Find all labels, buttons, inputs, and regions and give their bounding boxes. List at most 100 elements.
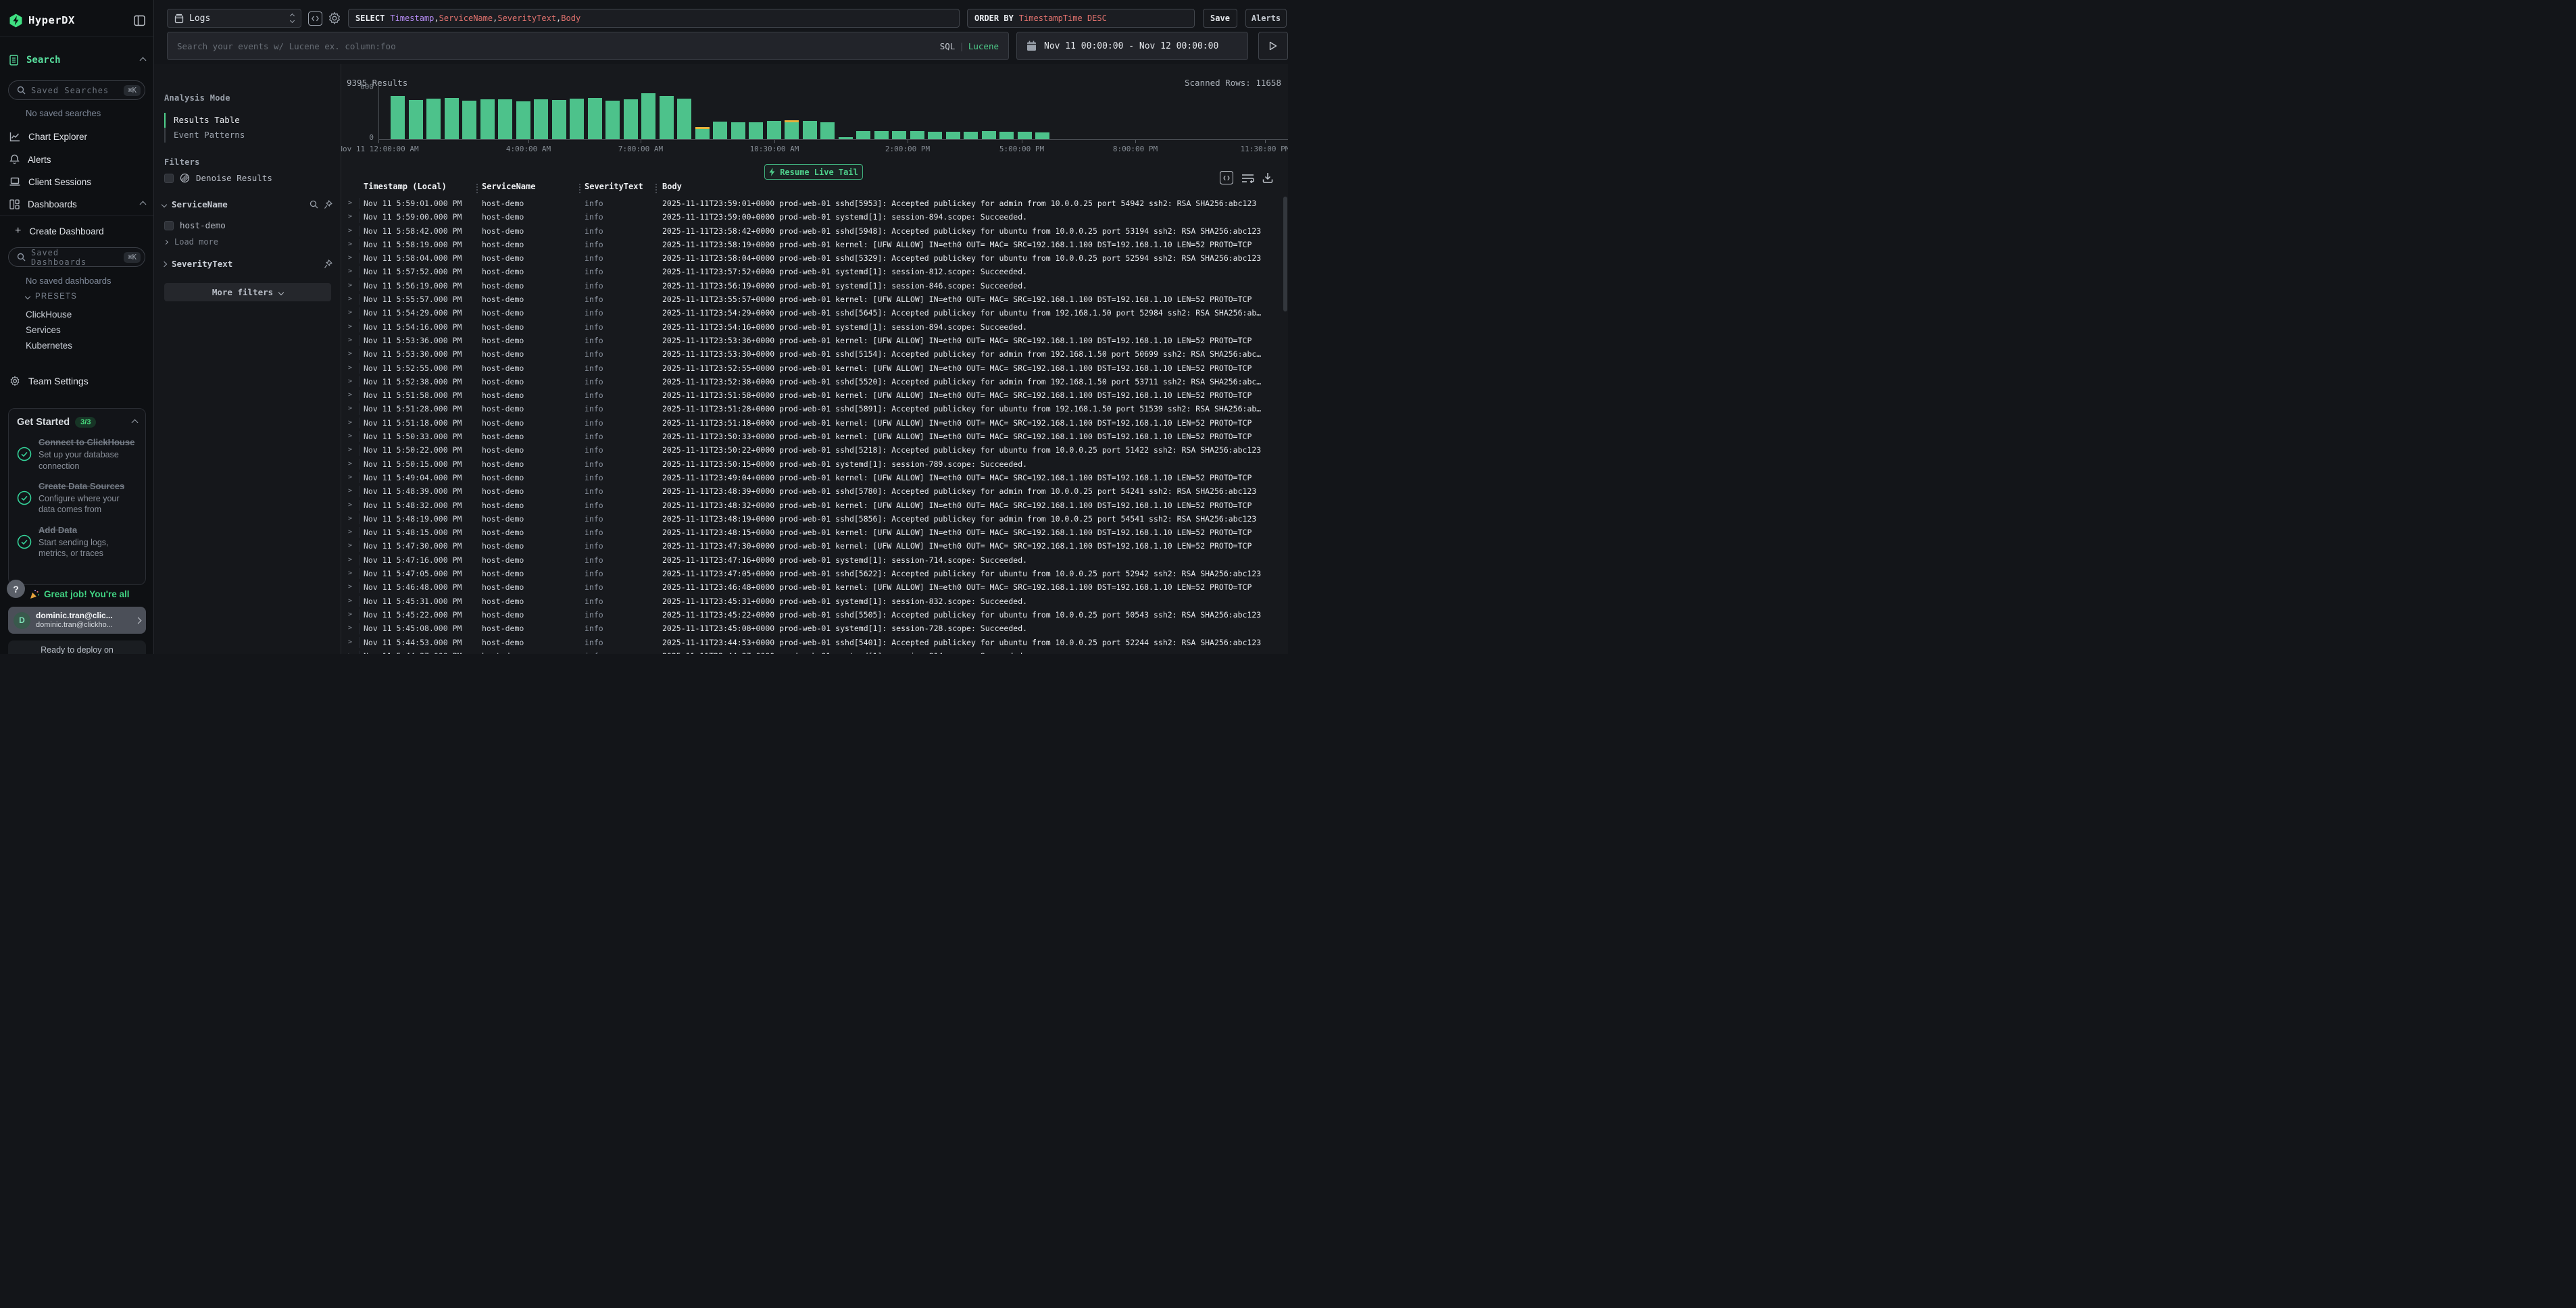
- column-header-severitytext[interactable]: SeverityText: [585, 182, 643, 191]
- table-row[interactable]: >Nov 11 5:55:57.000 PMhost-demoinfo2025-…: [341, 293, 1288, 306]
- table-row[interactable]: >Nov 11 5:51:28.000 PMhost-demoinfo2025-…: [341, 402, 1288, 416]
- histogram-bar[interactable]: [964, 132, 978, 139]
- filter-group-servicename[interactable]: ServiceName: [162, 199, 332, 209]
- table-row[interactable]: >Nov 11 5:45:22.000 PMhost-demoinfo2025-…: [341, 608, 1288, 622]
- sidebar-collapse-icon[interactable]: [134, 15, 145, 26]
- expand-row-icon[interactable]: >: [348, 224, 352, 238]
- expand-row-icon[interactable]: >: [348, 361, 352, 375]
- presets-section-toggle[interactable]: PRESETS: [26, 293, 77, 301]
- expand-row-icon[interactable]: >: [348, 636, 352, 649]
- table-row[interactable]: >Nov 11 5:54:16.000 PMhost-demoinfo2025-…: [341, 320, 1288, 334]
- histogram-bar[interactable]: [892, 131, 906, 139]
- table-row[interactable]: >Nov 11 5:58:04.000 PMhost-demoinfo2025-…: [341, 251, 1288, 265]
- table-row[interactable]: >Nov 11 5:51:18.000 PMhost-demoinfo2025-…: [341, 416, 1288, 430]
- select-query-input[interactable]: SELECT Timestamp,ServiceName,SeverityTex…: [348, 9, 960, 28]
- code-view-button[interactable]: [308, 11, 322, 26]
- expand-row-icon[interactable]: >: [348, 334, 352, 347]
- resume-live-tail-button[interactable]: Resume Live Tail: [764, 164, 863, 180]
- histogram-bar[interactable]: [946, 132, 960, 139]
- column-header-body[interactable]: Body: [662, 182, 682, 191]
- expand-row-icon[interactable]: >: [348, 622, 352, 635]
- table-row[interactable]: >Nov 11 5:52:38.000 PMhost-demoinfo2025-…: [341, 375, 1288, 388]
- column-header-timestamp[interactable]: Timestamp (Local): [364, 182, 447, 191]
- histogram-bar[interactable]: [570, 99, 584, 139]
- histogram-bar[interactable]: [767, 121, 781, 139]
- sidebar-item-client-sessions[interactable]: Client Sessions: [9, 175, 145, 188]
- histogram-bar[interactable]: [803, 121, 817, 139]
- mode-results-table[interactable]: Results Table: [164, 113, 299, 128]
- histogram-bar[interactable]: [480, 99, 495, 139]
- histogram-bar[interactable]: [982, 131, 996, 139]
- table-row[interactable]: >Nov 11 5:53:30.000 PMhost-demoinfo2025-…: [341, 347, 1288, 361]
- histogram-bar[interactable]: [928, 132, 942, 139]
- table-row[interactable]: >Nov 11 5:56:19.000 PMhost-demoinfo2025-…: [341, 279, 1288, 293]
- expand-row-icon[interactable]: >: [348, 320, 352, 334]
- histogram-bar[interactable]: [910, 131, 924, 139]
- filter-group-severitytext[interactable]: SeverityText: [162, 259, 332, 269]
- table-row[interactable]: >Nov 11 5:45:08.000 PMhost-demoinfo2025-…: [341, 622, 1288, 635]
- histogram-bar[interactable]: [713, 122, 727, 139]
- column-resize-handle[interactable]: [579, 184, 580, 193]
- expand-row-icon[interactable]: >: [348, 443, 352, 457]
- expand-row-icon[interactable]: >: [348, 293, 352, 306]
- sidebar-item-alerts[interactable]: Alerts: [9, 153, 145, 166]
- table-row[interactable]: >Nov 11 5:59:01.000 PMhost-demoinfo2025-…: [341, 197, 1288, 210]
- table-row[interactable]: >Nov 11 5:48:32.000 PMhost-demoinfo2025-…: [341, 499, 1288, 512]
- column-header-servicename[interactable]: ServiceName: [482, 182, 535, 191]
- saved-dashboards-input[interactable]: Saved Dashboards ⌘K: [8, 247, 145, 267]
- expand-row-icon[interactable]: >: [348, 526, 352, 539]
- order-by-input[interactable]: ORDER BY TimestampTime DESC: [967, 9, 1195, 28]
- expand-row-icon[interactable]: >: [348, 539, 352, 553]
- table-scrollbar[interactable]: [1283, 197, 1287, 311]
- histogram-bar[interactable]: [1035, 132, 1049, 139]
- table-row[interactable]: >Nov 11 5:50:33.000 PMhost-demoinfo2025-…: [341, 430, 1288, 443]
- mode-sql-toggle[interactable]: SQL: [940, 41, 956, 51]
- expand-row-icon[interactable]: >: [348, 457, 352, 471]
- table-row[interactable]: >Nov 11 5:47:30.000 PMhost-demoinfo2025-…: [341, 539, 1288, 553]
- alerts-button[interactable]: Alerts: [1245, 9, 1287, 28]
- denoise-checkbox[interactable]: [164, 174, 174, 183]
- run-query-button[interactable]: [1258, 32, 1288, 60]
- histogram-bar[interactable]: [1018, 132, 1032, 139]
- mode-event-patterns[interactable]: Event Patterns: [164, 128, 299, 143]
- table-row[interactable]: >Nov 11 5:47:16.000 PMhost-demoinfo2025-…: [341, 553, 1288, 567]
- user-menu[interactable]: D dominic.tran@clic... dominic.tran@clic…: [8, 607, 146, 634]
- histogram-bar[interactable]: [409, 100, 423, 139]
- histogram-bar[interactable]: [874, 131, 889, 139]
- histogram-bar[interactable]: [588, 98, 602, 139]
- histogram-bar[interactable]: [552, 100, 566, 139]
- table-row[interactable]: >Nov 11 5:48:15.000 PMhost-demoinfo2025-…: [341, 526, 1288, 539]
- sidebar-item-dashboards[interactable]: Dashboards: [9, 197, 145, 211]
- table-row[interactable]: >Nov 11 5:49:04.000 PMhost-demoinfo2025-…: [341, 471, 1288, 484]
- histogram-bar[interactable]: [445, 98, 459, 139]
- histogram-bar[interactable]: [820, 122, 835, 139]
- expand-row-icon[interactable]: >: [348, 499, 352, 512]
- histogram-bar[interactable]: [695, 127, 710, 139]
- histogram-bar[interactable]: [999, 132, 1014, 139]
- task-connect-clickhouse[interactable]: Connect to ClickHouse Set up your databa…: [17, 437, 137, 472]
- expand-row-icon[interactable]: >: [348, 580, 352, 594]
- histogram-bar[interactable]: [839, 137, 853, 139]
- preset-item-services[interactable]: Services: [26, 325, 61, 335]
- table-row[interactable]: >Nov 11 5:44:37.000 PMhost-demoinfo2025-…: [341, 649, 1288, 654]
- table-row[interactable]: >Nov 11 5:52:55.000 PMhost-demoinfo2025-…: [341, 361, 1288, 375]
- histogram-bar[interactable]: [641, 93, 655, 139]
- sidebar-item-search[interactable]: Search: [9, 53, 145, 67]
- help-button[interactable]: ?: [7, 580, 25, 598]
- expand-row-icon[interactable]: >: [348, 265, 352, 278]
- table-row[interactable]: >Nov 11 5:57:52.000 PMhost-demoinfo2025-…: [341, 265, 1288, 278]
- histogram-bar[interactable]: [660, 96, 674, 139]
- sidebar-item-chart-explorer[interactable]: Chart Explorer: [9, 130, 145, 143]
- preset-item-clickhouse[interactable]: ClickHouse: [26, 309, 72, 320]
- pin-icon[interactable]: [324, 259, 332, 269]
- expand-row-icon[interactable]: >: [348, 430, 352, 443]
- saved-searches-input[interactable]: Saved Searches ⌘K: [8, 80, 145, 100]
- expand-row-icon[interactable]: >: [348, 484, 352, 498]
- more-filters-button[interactable]: More filters: [164, 283, 331, 301]
- expand-row-icon[interactable]: >: [348, 306, 352, 320]
- source-select[interactable]: Logs: [167, 9, 301, 28]
- task-add-data[interactable]: Add Data Start sending logs, metrics, or…: [17, 525, 137, 559]
- expand-row-icon[interactable]: >: [348, 197, 352, 210]
- expand-row-icon[interactable]: >: [348, 649, 352, 654]
- histogram-bar[interactable]: [785, 120, 799, 139]
